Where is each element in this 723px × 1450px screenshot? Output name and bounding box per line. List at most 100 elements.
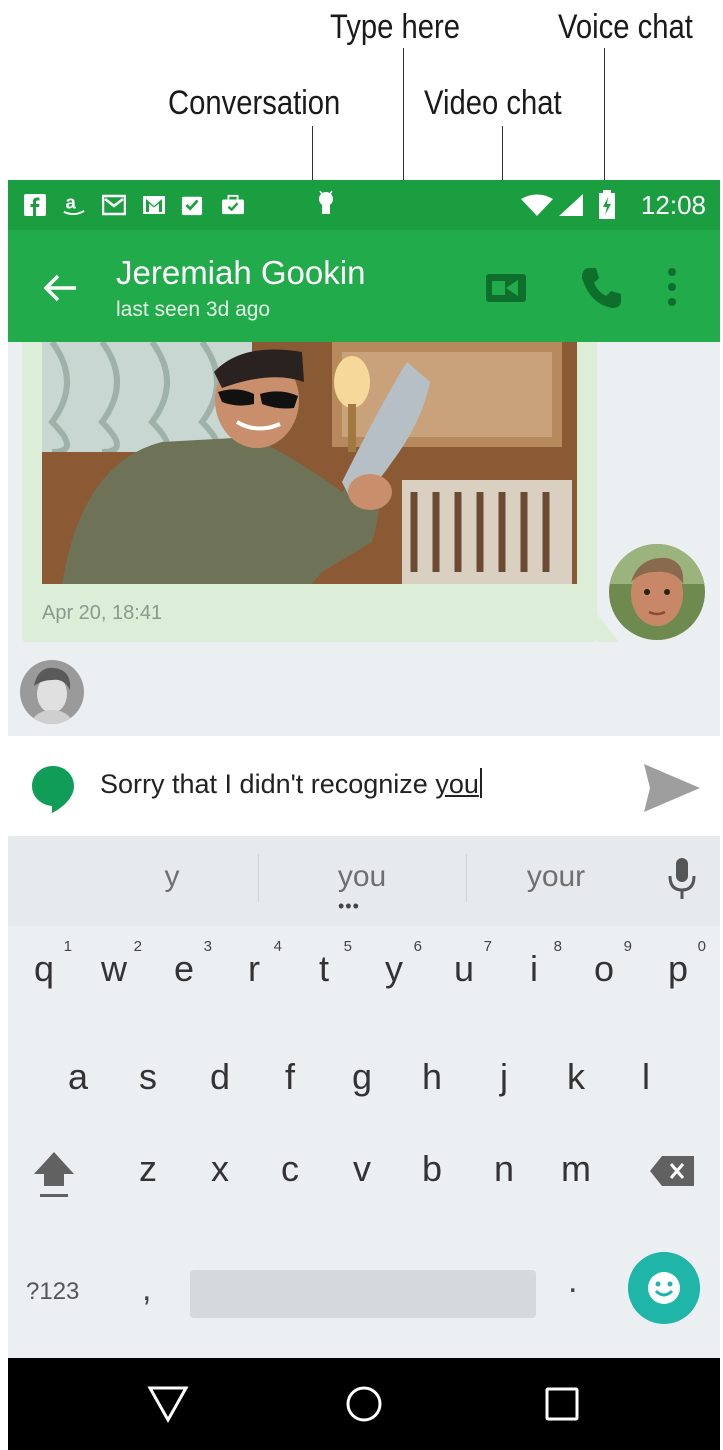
signal-icon — [559, 194, 583, 216]
nav-home-icon[interactable] — [344, 1384, 384, 1424]
key-number-hint: 3 — [203, 938, 212, 955]
key-l[interactable]: l — [620, 1056, 672, 1098]
contact-last-seen: last seen 3d ago — [116, 298, 271, 321]
message-bubble-tail — [597, 614, 619, 642]
key-c[interactable]: c — [264, 1148, 316, 1190]
key-p[interactable]: p0 — [652, 938, 706, 990]
comma-key[interactable]: , — [142, 1270, 151, 1309]
suggestion-divider — [466, 854, 467, 902]
suggestion-divider — [258, 854, 259, 902]
key-y[interactable]: y6 — [368, 938, 422, 990]
conversation-app-bar: Jeremiah Gookin last seen 3d ago — [8, 230, 720, 342]
key-i[interactable]: i8 — [508, 938, 562, 990]
nav-recent-apps-icon[interactable] — [544, 1386, 580, 1422]
key-label: i — [530, 948, 538, 989]
symbols-key[interactable]: ?123 — [26, 1278, 79, 1306]
amazon-icon: a — [63, 194, 85, 216]
key-number-hint: 0 — [697, 938, 706, 955]
key-m[interactable]: m — [550, 1148, 602, 1190]
status-bar-time: 12:08 — [640, 190, 706, 220]
key-number-hint: 6 — [413, 938, 422, 955]
key-b[interactable]: b — [406, 1148, 458, 1190]
callout-type-here: Type here — [330, 8, 461, 46]
on-screen-keyboard: y you ••• your ?123 , . q1w2e3r4t5y6u7i8… — [8, 836, 720, 1358]
key-label: e — [173, 948, 195, 989]
text-cursor — [479, 768, 482, 798]
microphone-icon[interactable] — [668, 858, 696, 900]
key-number-hint: 8 — [553, 938, 562, 955]
my-avatar[interactable] — [609, 544, 705, 640]
message-input-composing-word: you — [435, 769, 479, 799]
message-timestamp: Apr 20, 18:41 — [42, 602, 163, 624]
key-label: o — [593, 948, 615, 989]
key-x[interactable]: x — [194, 1148, 246, 1190]
gmail-icon — [143, 196, 165, 214]
key-j[interactable]: j — [478, 1056, 530, 1098]
key-number-hint: 4 — [273, 938, 282, 955]
overflow-menu-icon[interactable] — [660, 264, 684, 310]
svg-text:a: a — [66, 194, 77, 212]
shift-key-icon[interactable] — [32, 1148, 76, 1200]
key-label: u — [453, 948, 475, 989]
phone-icon[interactable] — [578, 264, 622, 310]
key-k[interactable]: k — [550, 1056, 602, 1098]
message-compose-bar: Sorry that I didn't recognize you — [8, 736, 720, 836]
suggestion-item[interactable]: y — [102, 860, 242, 894]
callout-video-chat: Video chat — [424, 84, 562, 122]
send-icon[interactable] — [640, 760, 704, 816]
video-call-icon[interactable] — [484, 268, 528, 308]
space-bar[interactable] — [190, 1270, 536, 1318]
hangouts-icon — [32, 766, 74, 813]
key-q[interactable]: q1 — [18, 938, 72, 990]
key-a[interactable]: a — [52, 1056, 104, 1098]
key-u[interactable]: u7 — [438, 938, 492, 990]
key-f[interactable]: f — [264, 1056, 316, 1098]
callout-voice-chat: Voice chat — [558, 8, 693, 46]
key-g[interactable]: g — [336, 1056, 388, 1098]
key-h[interactable]: h — [406, 1056, 458, 1098]
key-n[interactable]: n — [478, 1148, 530, 1190]
period-key[interactable]: . — [568, 1262, 577, 1301]
contact-name[interactable]: Jeremiah Gookin — [116, 254, 365, 292]
key-v[interactable]: v — [336, 1148, 388, 1190]
nav-back-icon[interactable] — [146, 1384, 190, 1424]
tasks-check-icon — [181, 196, 203, 216]
gmail-icon — [102, 194, 126, 216]
facebook-icon — [24, 194, 46, 216]
key-label: q — [33, 948, 55, 989]
backspace-key-icon[interactable] — [648, 1154, 696, 1188]
contact-avatar[interactable] — [20, 660, 84, 724]
key-number-hint: 5 — [343, 938, 352, 955]
key-s[interactable]: s — [122, 1056, 174, 1098]
key-label: p — [667, 948, 689, 989]
phone-screen: a 12:08 Jeremiah Gookin last seen 3d ago — [8, 180, 720, 1450]
suggestion-item[interactable]: you — [292, 860, 432, 894]
key-d[interactable]: d — [194, 1056, 246, 1098]
key-t[interactable]: t5 — [298, 938, 352, 990]
callout-conversation: Conversation — [168, 84, 341, 122]
emoji-key-icon[interactable] — [628, 1252, 700, 1324]
key-e[interactable]: e3 — [158, 938, 212, 990]
key-w[interactable]: w2 — [88, 938, 142, 990]
key-r[interactable]: r4 — [228, 938, 282, 990]
message-input-text: Sorry that I didn't recognize — [100, 769, 436, 799]
key-number-hint: 1 — [63, 938, 72, 955]
back-arrow-icon[interactable] — [38, 266, 82, 310]
key-number-hint: 7 — [483, 938, 492, 955]
android-icon — [319, 190, 333, 214]
more-suggestions-dots: ••• — [338, 896, 360, 916]
message-input[interactable]: Sorry that I didn't recognize you — [100, 768, 482, 800]
key-number-hint: 2 — [133, 938, 142, 955]
key-z[interactable]: z — [122, 1148, 174, 1190]
suggestion-item[interactable]: your — [486, 860, 626, 894]
conversation-area[interactable]: Apr 20, 18:41 — [8, 342, 720, 736]
briefcase-check-icon — [222, 194, 244, 215]
key-number-hint: 9 — [623, 938, 632, 955]
key-label: t — [318, 948, 329, 989]
key-label: w — [101, 948, 127, 989]
key-o[interactable]: o9 — [578, 938, 632, 990]
shared-photo[interactable] — [42, 342, 577, 584]
keyboard-suggestion-strip: y you ••• your — [8, 836, 720, 926]
status-bar: a 12:08 — [8, 180, 720, 230]
wifi-icon — [521, 194, 553, 216]
